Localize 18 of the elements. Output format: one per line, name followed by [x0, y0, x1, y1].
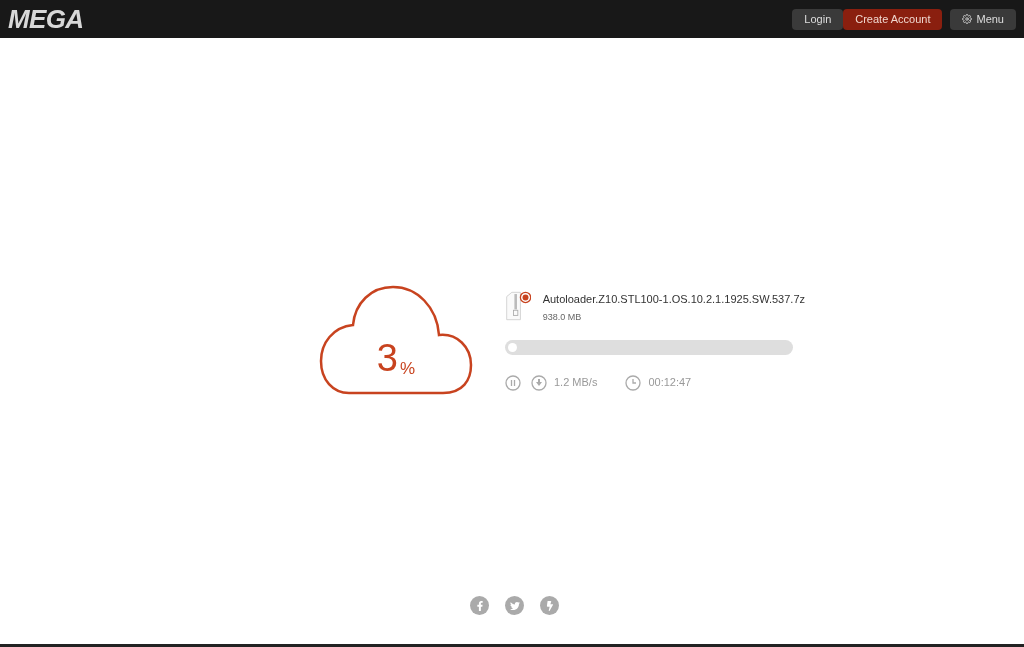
- file-size: 938.0 MB: [542, 310, 583, 324]
- download-speed-icon: [531, 374, 547, 391]
- create-account-button[interactable]: Create Account: [843, 8, 943, 30]
- facebook-icon[interactable]: [470, 596, 489, 615]
- cloud-icon: [319, 285, 473, 395]
- settings-icon: [962, 14, 973, 24]
- percent-sign: %: [400, 360, 416, 377]
- file-name: Autoloader.Z10.STL100-1.OS.10.2.1.1925.SW.537.7z: [542, 292, 805, 308]
- percent-value: 3: [376, 339, 398, 377]
- pause-icon[interactable]: [505, 374, 521, 391]
- download-speed: 1.2 MB/s: [554, 375, 598, 391]
- lightning-icon[interactable]: [540, 596, 559, 615]
- time-remaining: 00:12:47: [648, 375, 692, 391]
- login-button[interactable]: Login: [792, 8, 844, 30]
- bird-icon[interactable]: [505, 596, 524, 615]
- menu-button[interactable]: Menu: [950, 8, 1016, 30]
- logo[interactable]: MEGA: [8, 0, 84, 39]
- clock-icon: [625, 374, 642, 391]
